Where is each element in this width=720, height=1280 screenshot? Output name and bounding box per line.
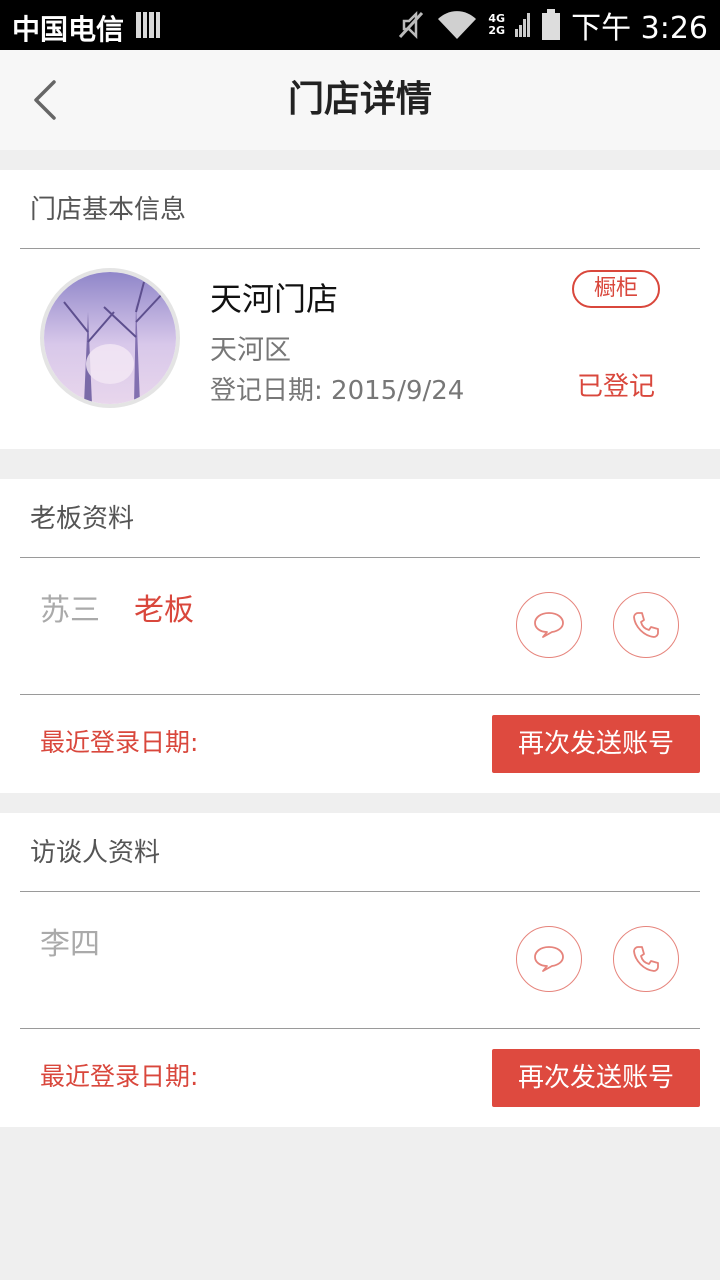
network-2g-label: 2G [488, 24, 506, 37]
page-title: 门店详情 [287, 79, 432, 120]
status-bar: 中国电信 4G 2G 下午 3:26 [0, 0, 720, 50]
carrier-label: 中国电信 [12, 13, 125, 46]
wifi-icon [438, 11, 477, 39]
phone-icon [633, 946, 659, 972]
store-status-label: 已登记 [577, 372, 656, 402]
store-register-date: 登记日期: 2015/9/24 [210, 376, 465, 406]
boss-call-button[interactable] [613, 592, 679, 658]
store-avatar[interactable] [40, 268, 180, 408]
divider [20, 557, 700, 558]
divider [20, 891, 700, 892]
store-category-badge: 橱柜 [572, 270, 660, 308]
boss-info-card: 老板资料 苏三 老板 最近登录日期: 再次发送账号 [0, 479, 720, 793]
divider [20, 248, 700, 249]
nav-bar: 门店详情 [0, 50, 720, 150]
divider [20, 1028, 700, 1029]
boss-role-label: 老板 [134, 593, 194, 628]
status-icons: 4G 2G 下午 3:26 [396, 4, 708, 46]
divider [20, 694, 700, 695]
interviewee-name: 李四 [40, 927, 100, 962]
cell-signal-icon [515, 13, 531, 37]
boss-message-button[interactable] [516, 592, 582, 658]
boss-name: 苏三 [40, 593, 100, 628]
chat-bubble-icon [534, 946, 564, 972]
interviewee-resend-account-button[interactable]: 再次发送账号 [492, 1049, 700, 1107]
interviewee-info-card: 访谈人资料 李四 最近登录日期: 再次发送账号 [0, 813, 720, 1127]
store-info-header: 门店基本信息 [30, 195, 187, 225]
store-district: 天河区 [210, 335, 291, 366]
boss-resend-account-button[interactable]: 再次发送账号 [492, 715, 700, 773]
network-type: 4G 2G [488, 13, 505, 37]
store-name: 天河门店 [210, 280, 339, 318]
chat-bubble-icon [534, 612, 564, 638]
interviewee-last-login-label: 最近登录日期: [40, 1062, 199, 1091]
battery-icon [542, 9, 561, 40]
mute-icon [399, 10, 424, 40]
phone-icon [633, 612, 659, 638]
clock: 下午 3:26 [571, 11, 708, 46]
boss-last-login-label: 最近登录日期: [40, 728, 199, 757]
sim-signal-icon [136, 12, 160, 38]
interviewee-call-button[interactable] [613, 926, 679, 992]
boss-info-header: 老板资料 [30, 504, 135, 534]
store-photo [44, 272, 176, 404]
interviewee-message-button[interactable] [516, 926, 582, 992]
store-info-card: 门店基本信息 天河门店 天河区 登记日期: 2015/9/24 橱柜 已登记 [0, 170, 720, 449]
interviewee-info-header: 访谈人资料 [30, 838, 161, 868]
